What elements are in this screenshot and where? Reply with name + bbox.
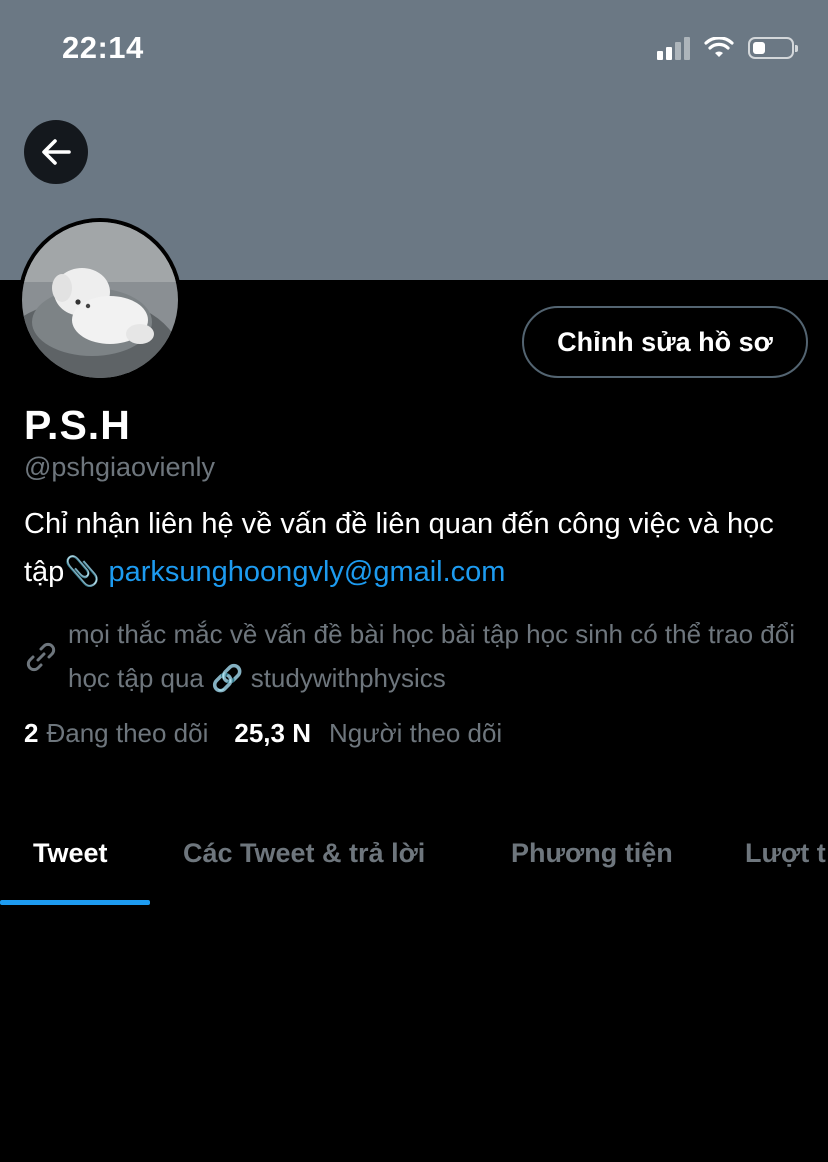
active-tab-indicator	[0, 900, 150, 905]
follow-stats: 2 Đang theo dõi 25,3 N Người theo dõi	[24, 718, 502, 749]
profile-link-row: mọi thắc mắc về vấn đề bài học bài tập h…	[24, 612, 814, 700]
profile-name: P.S.H	[24, 402, 131, 448]
profile-handle: @pshgiaovienly	[24, 452, 216, 482]
battery-icon	[748, 37, 798, 59]
tab-media[interactable]: Phương tiện	[511, 838, 673, 869]
profile-tabs: Tweet Các Tweet & trả lời Phương tiện Lư…	[0, 830, 828, 906]
profile-link-text[interactable]: mọi thắc mắc về vấn đề bài học bài tập h…	[68, 612, 814, 700]
tab-tweets-replies[interactable]: Các Tweet & trả lời	[183, 838, 425, 869]
wifi-icon	[704, 37, 734, 57]
signal-icon	[657, 36, 690, 60]
following-label[interactable]: Đang theo dõi	[46, 718, 208, 749]
avatar-image	[22, 222, 178, 378]
back-button[interactable]	[24, 120, 88, 184]
status-icons	[657, 36, 798, 60]
following-count[interactable]: 2	[24, 718, 38, 749]
link-icon	[26, 642, 56, 672]
edit-profile-button[interactable]: Chỉnh sửa hồ sơ	[522, 306, 808, 378]
status-time: 22:14	[62, 30, 144, 65]
tab-tweet[interactable]: Tweet	[33, 838, 108, 869]
profile-bio: Chỉ nhận liên hệ về vấn đề liên quan đến…	[24, 500, 814, 596]
back-arrow-icon	[42, 139, 71, 165]
followers-label[interactable]: Người theo dõi	[329, 718, 502, 749]
avatar[interactable]	[18, 218, 182, 382]
followers-count[interactable]: 25,3 N	[234, 718, 311, 749]
tab-likes[interactable]: Lượt t	[745, 838, 826, 869]
bio-email-link[interactable]: parksunghoongvly@gmail.com	[109, 556, 506, 588]
